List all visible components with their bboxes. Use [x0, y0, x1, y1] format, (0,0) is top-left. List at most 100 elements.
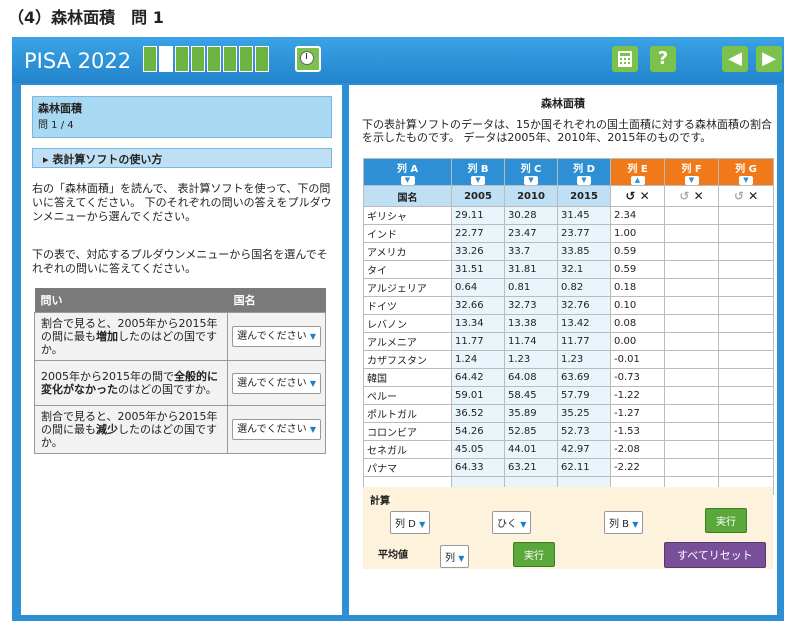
- average-label: 平均値: [378, 550, 408, 561]
- undo-icon[interactable]: ↺: [734, 189, 744, 203]
- question-text: 割合で見ると、2005年から2015年の間に最も減少したのはどの国ですか。: [33, 405, 229, 454]
- header-country: 国名: [227, 288, 326, 313]
- value-cell: 64.08: [504, 368, 558, 387]
- country-cell: インド: [363, 224, 452, 243]
- value-cell: [718, 296, 774, 315]
- value-cell: 63.69: [557, 368, 611, 387]
- value-cell: 54.26: [451, 422, 505, 441]
- value-cell: 0.81: [504, 278, 558, 297]
- reset-all-button[interactable]: すべてリセット: [664, 542, 766, 568]
- column-header-d[interactable]: 列 D ▼: [557, 158, 611, 186]
- value-cell: 13.42: [557, 314, 611, 333]
- value-cell: [718, 422, 774, 441]
- value-cell: 0.08: [610, 314, 665, 333]
- clear-icon[interactable]: ✕: [748, 189, 758, 203]
- value-cell: 0.18: [610, 278, 665, 297]
- calc-operation-select[interactable]: ひく ▼: [492, 511, 532, 534]
- app-title: PISA 2022: [24, 49, 132, 73]
- question-counter: 問 1 / 4: [38, 120, 74, 131]
- value-cell: 11.77: [557, 332, 611, 351]
- value-cell: [664, 296, 719, 315]
- country-cell: コロンビア: [363, 422, 452, 441]
- value-cell: 32.76: [557, 296, 611, 315]
- country-select[interactable]: 選んでください ▼: [232, 372, 321, 394]
- prev-button[interactable]: ◀: [722, 46, 748, 72]
- column-header-g[interactable]: 列 G ▼: [718, 158, 774, 186]
- question-row: 割合で見ると、2005年から2015年の間に最も減少したのはどの国ですか。 選ん…: [33, 405, 326, 454]
- value-cell: 0.59: [610, 260, 665, 279]
- value-cell: [718, 368, 774, 387]
- column-header-a[interactable]: 列 A ▼: [363, 158, 452, 186]
- undo-icon[interactable]: ↺: [679, 189, 689, 203]
- value-cell: [718, 458, 774, 477]
- value-cell: 13.38: [504, 314, 558, 333]
- column-header-c[interactable]: 列 C ▼: [504, 158, 558, 186]
- value-cell: 0.64: [451, 278, 505, 297]
- value-cell: [664, 314, 719, 333]
- question-text: 割合で見ると、2005年から2015年の間に最も増加したのはどの国ですか。: [33, 312, 229, 361]
- column-header-b[interactable]: 列 B ▼: [451, 158, 505, 186]
- howto-label: ▸ 表計算ソフトの使い方: [43, 153, 163, 166]
- value-cell: 11.74: [504, 332, 558, 351]
- value-cell: 0.59: [610, 242, 665, 261]
- progress-step: [175, 46, 189, 72]
- value-cell: 31.45: [557, 206, 611, 225]
- column-header-e[interactable]: 列 E ▲: [610, 158, 665, 186]
- howto-toggle[interactable]: ▸ 表計算ソフトの使い方: [32, 148, 332, 168]
- value-cell: 31.51: [451, 260, 505, 279]
- value-cell: 22.77: [451, 224, 505, 243]
- calc-column2-select[interactable]: 列 B ▼: [604, 511, 644, 534]
- clear-icon[interactable]: ✕: [694, 189, 704, 203]
- value-cell: -0.73: [610, 368, 665, 387]
- question-table: 問い 国名 割合で見ると、2005年から2015年の間に最も増加したのはどの国で…: [33, 288, 326, 454]
- value-cell: [718, 242, 774, 261]
- value-cell: 33.26: [451, 242, 505, 261]
- value-cell: 1.23: [504, 350, 558, 369]
- value-cell: 36.52: [451, 404, 505, 423]
- page-title: （4）森林面積 問 1: [8, 8, 164, 27]
- country-cell: アメリカ: [363, 242, 452, 261]
- value-cell: 33.7: [504, 242, 558, 261]
- progress-step-current: [159, 46, 173, 72]
- country-select[interactable]: 選んでください ▼: [232, 326, 321, 347]
- column-header-f[interactable]: 列 F ▼: [664, 158, 719, 186]
- table-row: アルメニア 11.77 11.74 11.77 0.00: [363, 332, 774, 351]
- timer-icon: [295, 46, 321, 72]
- value-cell: 11.77: [451, 332, 505, 351]
- calc-column1-select[interactable]: 列 D ▼: [390, 511, 431, 534]
- question-row: 割合で見ると、2005年から2015年の間に最も増加したのはどの国ですか。 選ん…: [33, 312, 326, 361]
- spreadsheet: 列 A ▼ 列 B ▼ 列 C ▼ 列 D ▼ 列 E ▲ 列 F ▼ 列 G ▼ 国名 20…: [363, 158, 774, 495]
- value-cell: 57.79: [557, 386, 611, 405]
- value-cell: 0.00: [610, 332, 665, 351]
- calculator-icon[interactable]: [612, 46, 638, 72]
- value-cell: 1.23: [557, 350, 611, 369]
- instruction-text-2: 下の表で、対応するプルダウンメニューから国名を選んでそれぞれの問いに答えてくださ…: [32, 248, 328, 275]
- average-column-select[interactable]: 列 ▼: [440, 545, 470, 568]
- value-cell: 31.81: [504, 260, 558, 279]
- undo-icon[interactable]: ↺: [625, 189, 635, 203]
- table-row: ギリシャ 29.11 30.28 31.45 2.34: [363, 206, 774, 225]
- value-cell: [664, 350, 719, 369]
- help-button[interactable]: ?: [650, 46, 676, 72]
- value-cell: 32.66: [451, 296, 505, 315]
- calc-run-button[interactable]: 実行: [705, 508, 747, 533]
- table-row: ドイツ 32.66 32.73 32.76 0.10: [363, 296, 774, 315]
- value-cell: [718, 350, 774, 369]
- value-cell: 59.01: [451, 386, 505, 405]
- value-cell: -1.27: [610, 404, 665, 423]
- average-run-button[interactable]: 実行: [513, 542, 555, 567]
- value-cell: 64.33: [451, 458, 505, 477]
- table-row: アルジェリア 0.64 0.81 0.82 0.18: [363, 278, 774, 297]
- country-cell: カザフスタン: [363, 350, 452, 369]
- value-cell: [718, 440, 774, 459]
- country-cell: アルメニア: [363, 332, 452, 351]
- country-cell: タイ: [363, 260, 452, 279]
- clear-icon[interactable]: ✕: [640, 189, 650, 203]
- country-select[interactable]: 選んでください ▼: [232, 419, 321, 440]
- value-cell: [718, 206, 774, 225]
- value-cell: 32.73: [504, 296, 558, 315]
- next-button[interactable]: ▶: [756, 46, 782, 72]
- sheet-title: 森林面積: [541, 97, 585, 110]
- value-cell: [664, 224, 719, 243]
- progress-step: [191, 46, 205, 72]
